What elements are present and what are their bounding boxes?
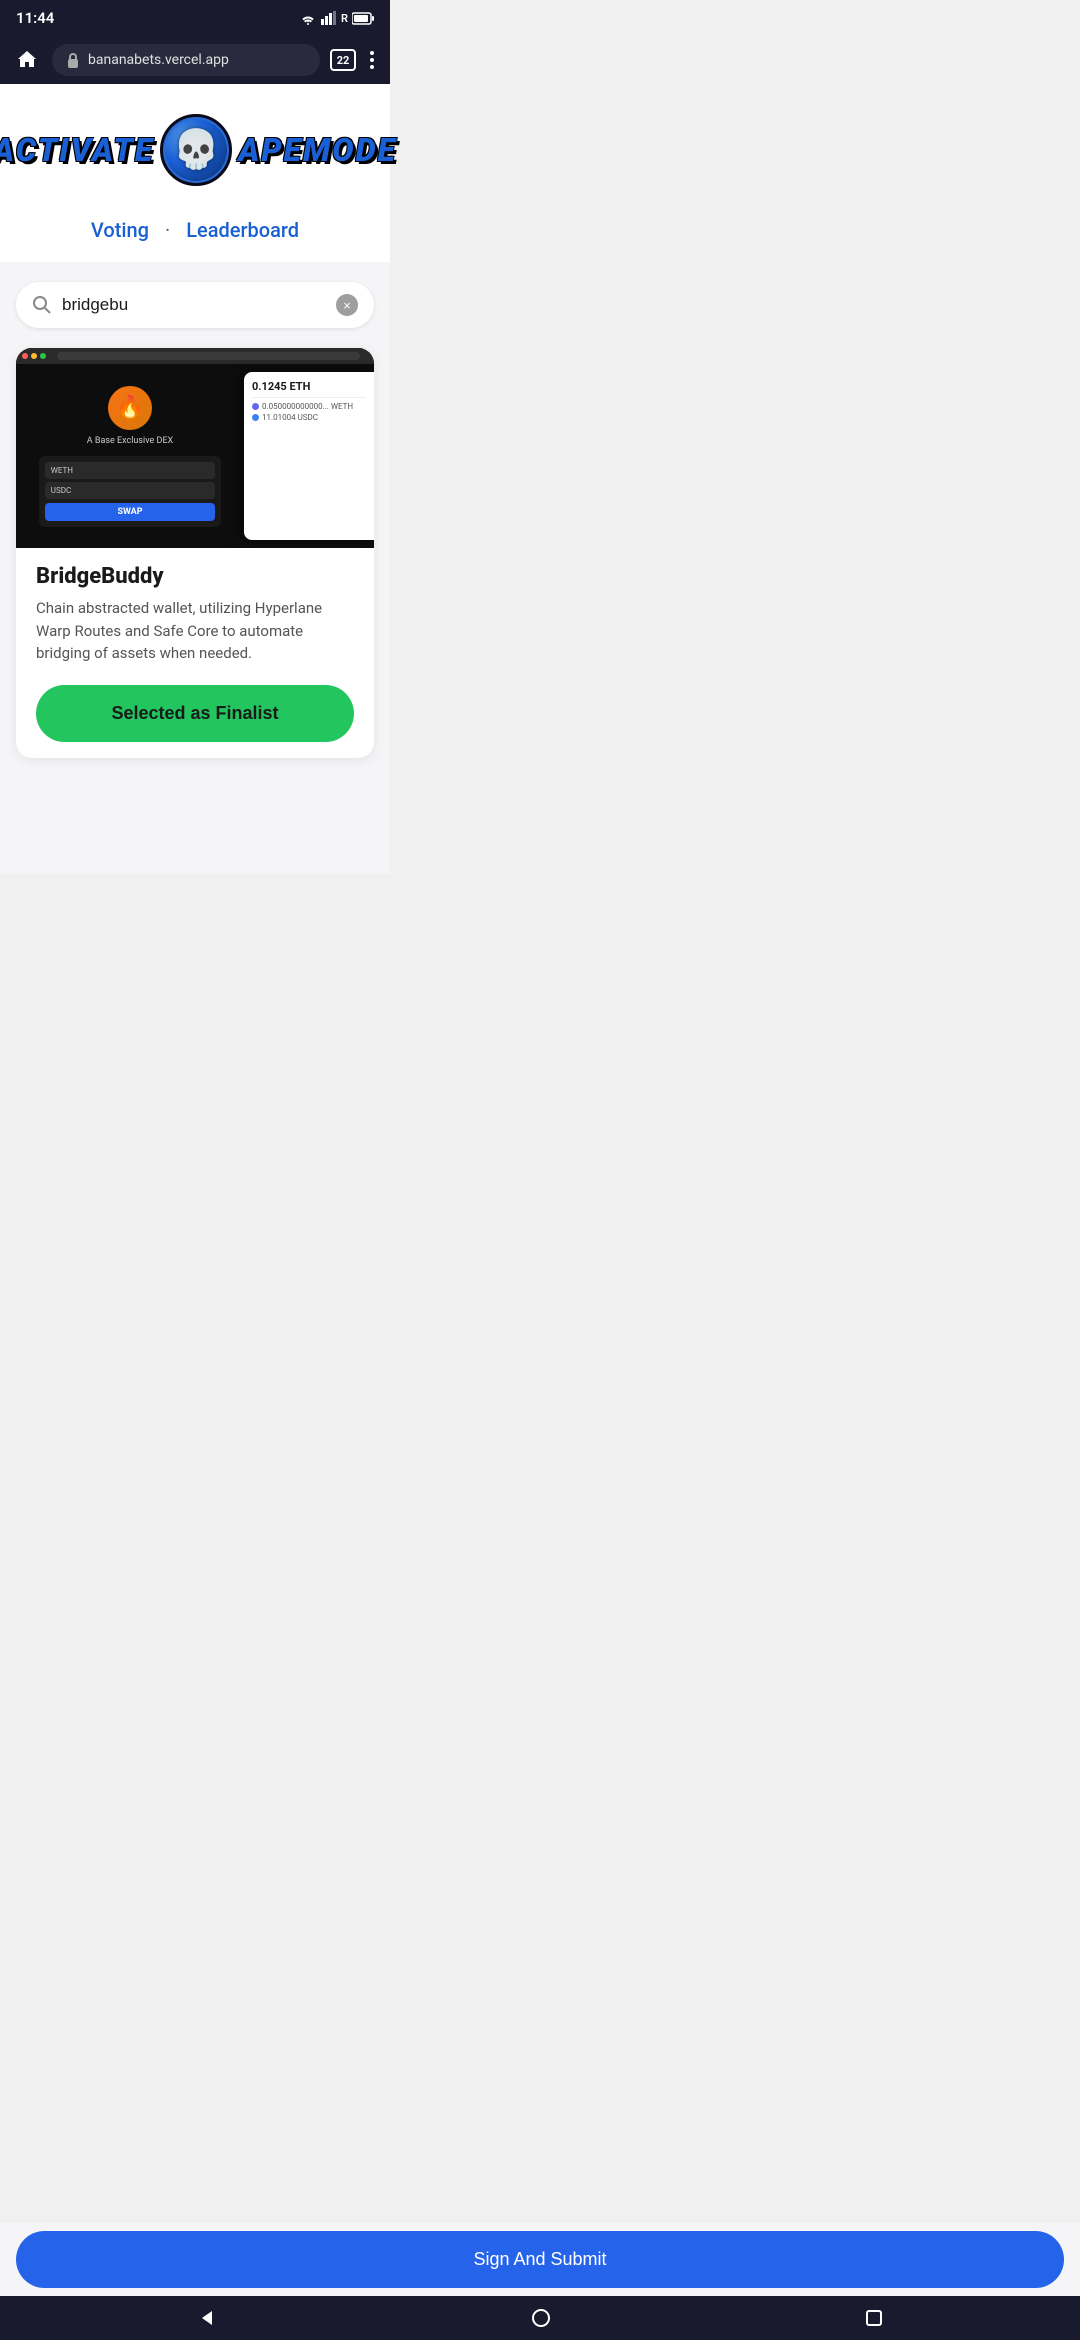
logo-skull-circle: 💀 bbox=[160, 114, 232, 186]
card-container: 🔥 A Base Exclusive DEX WETH USDC SWAP bbox=[0, 348, 390, 774]
bottom-cta: Sign And Submit bbox=[0, 2223, 1080, 2296]
sign-submit-button[interactable]: Sign And Submit bbox=[16, 2231, 1064, 2288]
header: ACTIVATE 💀 APEMODE bbox=[0, 84, 390, 206]
url-text: bananabets.vercel.app bbox=[88, 52, 229, 68]
nav-links: Voting · Leaderboard bbox=[0, 206, 390, 262]
search-container: × bbox=[0, 262, 390, 348]
card-description: Chain abstracted wallet, utilizing Hyper… bbox=[36, 597, 354, 665]
field-weth: WETH bbox=[45, 462, 215, 479]
card-image: 🔥 A Base Exclusive DEX WETH USDC SWAP bbox=[16, 348, 374, 548]
back-icon bbox=[197, 2308, 217, 2328]
browser-bar: bananabets.vercel.app 22 bbox=[0, 36, 390, 84]
wifi-icon bbox=[299, 11, 317, 25]
back-button[interactable] bbox=[197, 2308, 217, 2328]
search-input[interactable] bbox=[62, 295, 326, 315]
search-icon bbox=[32, 295, 52, 315]
voting-link[interactable]: Voting bbox=[91, 218, 149, 242]
clear-icon: × bbox=[343, 298, 351, 313]
nav-separator: · bbox=[165, 218, 170, 242]
dex-label: A Base Exclusive DEX bbox=[87, 436, 173, 446]
circle-icon bbox=[531, 2308, 551, 2328]
status-bar: 11:44 R bbox=[0, 0, 390, 36]
main-content: ACTIVATE 💀 APEMODE Voting · Leaderboard … bbox=[0, 84, 390, 874]
android-nav-bar bbox=[0, 2296, 1080, 2340]
recents-button[interactable] bbox=[865, 2309, 883, 2327]
signal-icon bbox=[321, 11, 337, 25]
logo-container: ACTIVATE 💀 APEMODE bbox=[0, 114, 397, 186]
project-card: 🔥 A Base Exclusive DEX WETH USDC SWAP bbox=[16, 348, 374, 758]
network-type: R bbox=[341, 12, 348, 25]
status-time: 11:44 bbox=[16, 9, 54, 27]
eth-amount: 0.1245 ETH bbox=[252, 380, 366, 398]
leaderboard-link[interactable]: Leaderboard bbox=[186, 218, 299, 242]
field-usdc: USDC bbox=[45, 482, 215, 499]
browser-menu-button[interactable] bbox=[366, 47, 378, 73]
swap-button: SWAP bbox=[45, 503, 215, 521]
finalist-button[interactable]: Selected as Finalist bbox=[36, 685, 354, 742]
token2-amount: 11.01004 USDC bbox=[262, 413, 318, 422]
home-icon bbox=[16, 49, 38, 69]
skull-icon: 💀 bbox=[173, 128, 220, 172]
home-nav-button[interactable] bbox=[531, 2308, 551, 2328]
tabs-button[interactable]: 22 bbox=[330, 49, 356, 71]
home-button[interactable] bbox=[12, 45, 42, 76]
dex-screenshot: 🔥 A Base Exclusive DEX WETH USDC SWAP bbox=[16, 348, 374, 548]
bottom-spacer bbox=[0, 774, 390, 854]
search-bar: × bbox=[16, 282, 374, 328]
card-title: BridgeBuddy bbox=[36, 564, 354, 589]
logo-text-left: ACTIVATE bbox=[0, 131, 154, 169]
status-icons: R bbox=[299, 11, 374, 25]
token1-amount: 0.050000000000... WETH bbox=[262, 402, 353, 411]
logo-text-right: APEMODE bbox=[238, 131, 397, 169]
battery-icon bbox=[352, 12, 374, 25]
lock-icon bbox=[66, 52, 80, 68]
url-bar[interactable]: bananabets.vercel.app bbox=[52, 44, 320, 76]
search-clear-button[interactable]: × bbox=[336, 294, 358, 316]
square-icon bbox=[865, 2309, 883, 2327]
card-body: BridgeBuddy Chain abstracted wallet, uti… bbox=[16, 548, 374, 758]
